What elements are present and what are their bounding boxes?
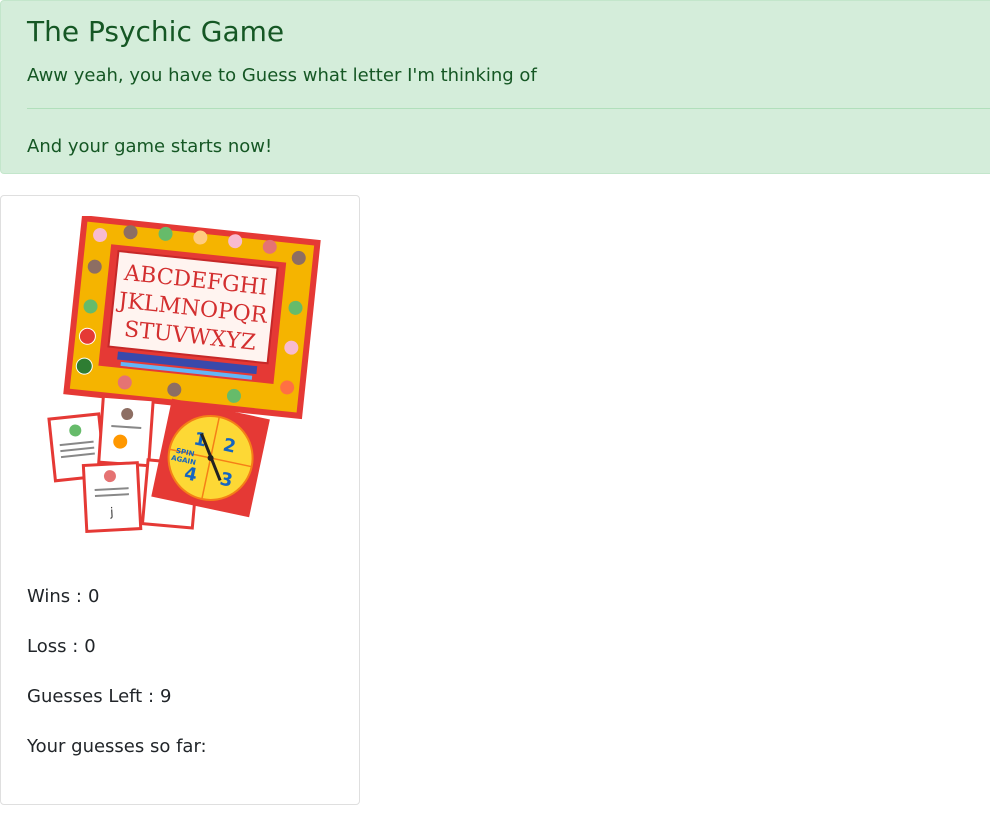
svg-text:j: j — [109, 505, 114, 519]
wins-label: Wins : — [27, 586, 82, 607]
guesses-left-label: Guesses Left : — [27, 686, 155, 707]
loss-value: 0 — [84, 636, 96, 657]
header-banner: The Psychic Game Aww yeah, you have to G… — [0, 0, 990, 174]
header-divider — [27, 108, 990, 109]
wins-stat: Wins :0 — [27, 585, 99, 609]
wins-value: 0 — [87, 586, 100, 607]
tagline-text: Aww yeah, you have to Guess what letter … — [27, 65, 537, 86]
guesses-left-stat: Guesses Left :9 — [27, 685, 171, 709]
page-title: The Psychic Game — [27, 15, 285, 48]
loss-stat: Loss :0 — [27, 635, 96, 659]
game-card: ABCDEFGHI JKLMNOPQR STUVWXYZ j 1 2 3 4 S… — [0, 195, 360, 805]
start-message: And your game starts now! — [27, 136, 273, 157]
guesses-left-value: 9 — [160, 686, 172, 707]
guesses-so-far-label: Your guesses so far: — [27, 736, 207, 757]
guesses-so-far-stat: Your guesses so far: — [27, 735, 213, 759]
alphabet-board-game-image: ABCDEFGHI JKLMNOPQR STUVWXYZ j 1 2 3 4 S… — [47, 216, 321, 533]
loss-label: Loss : — [27, 636, 79, 657]
